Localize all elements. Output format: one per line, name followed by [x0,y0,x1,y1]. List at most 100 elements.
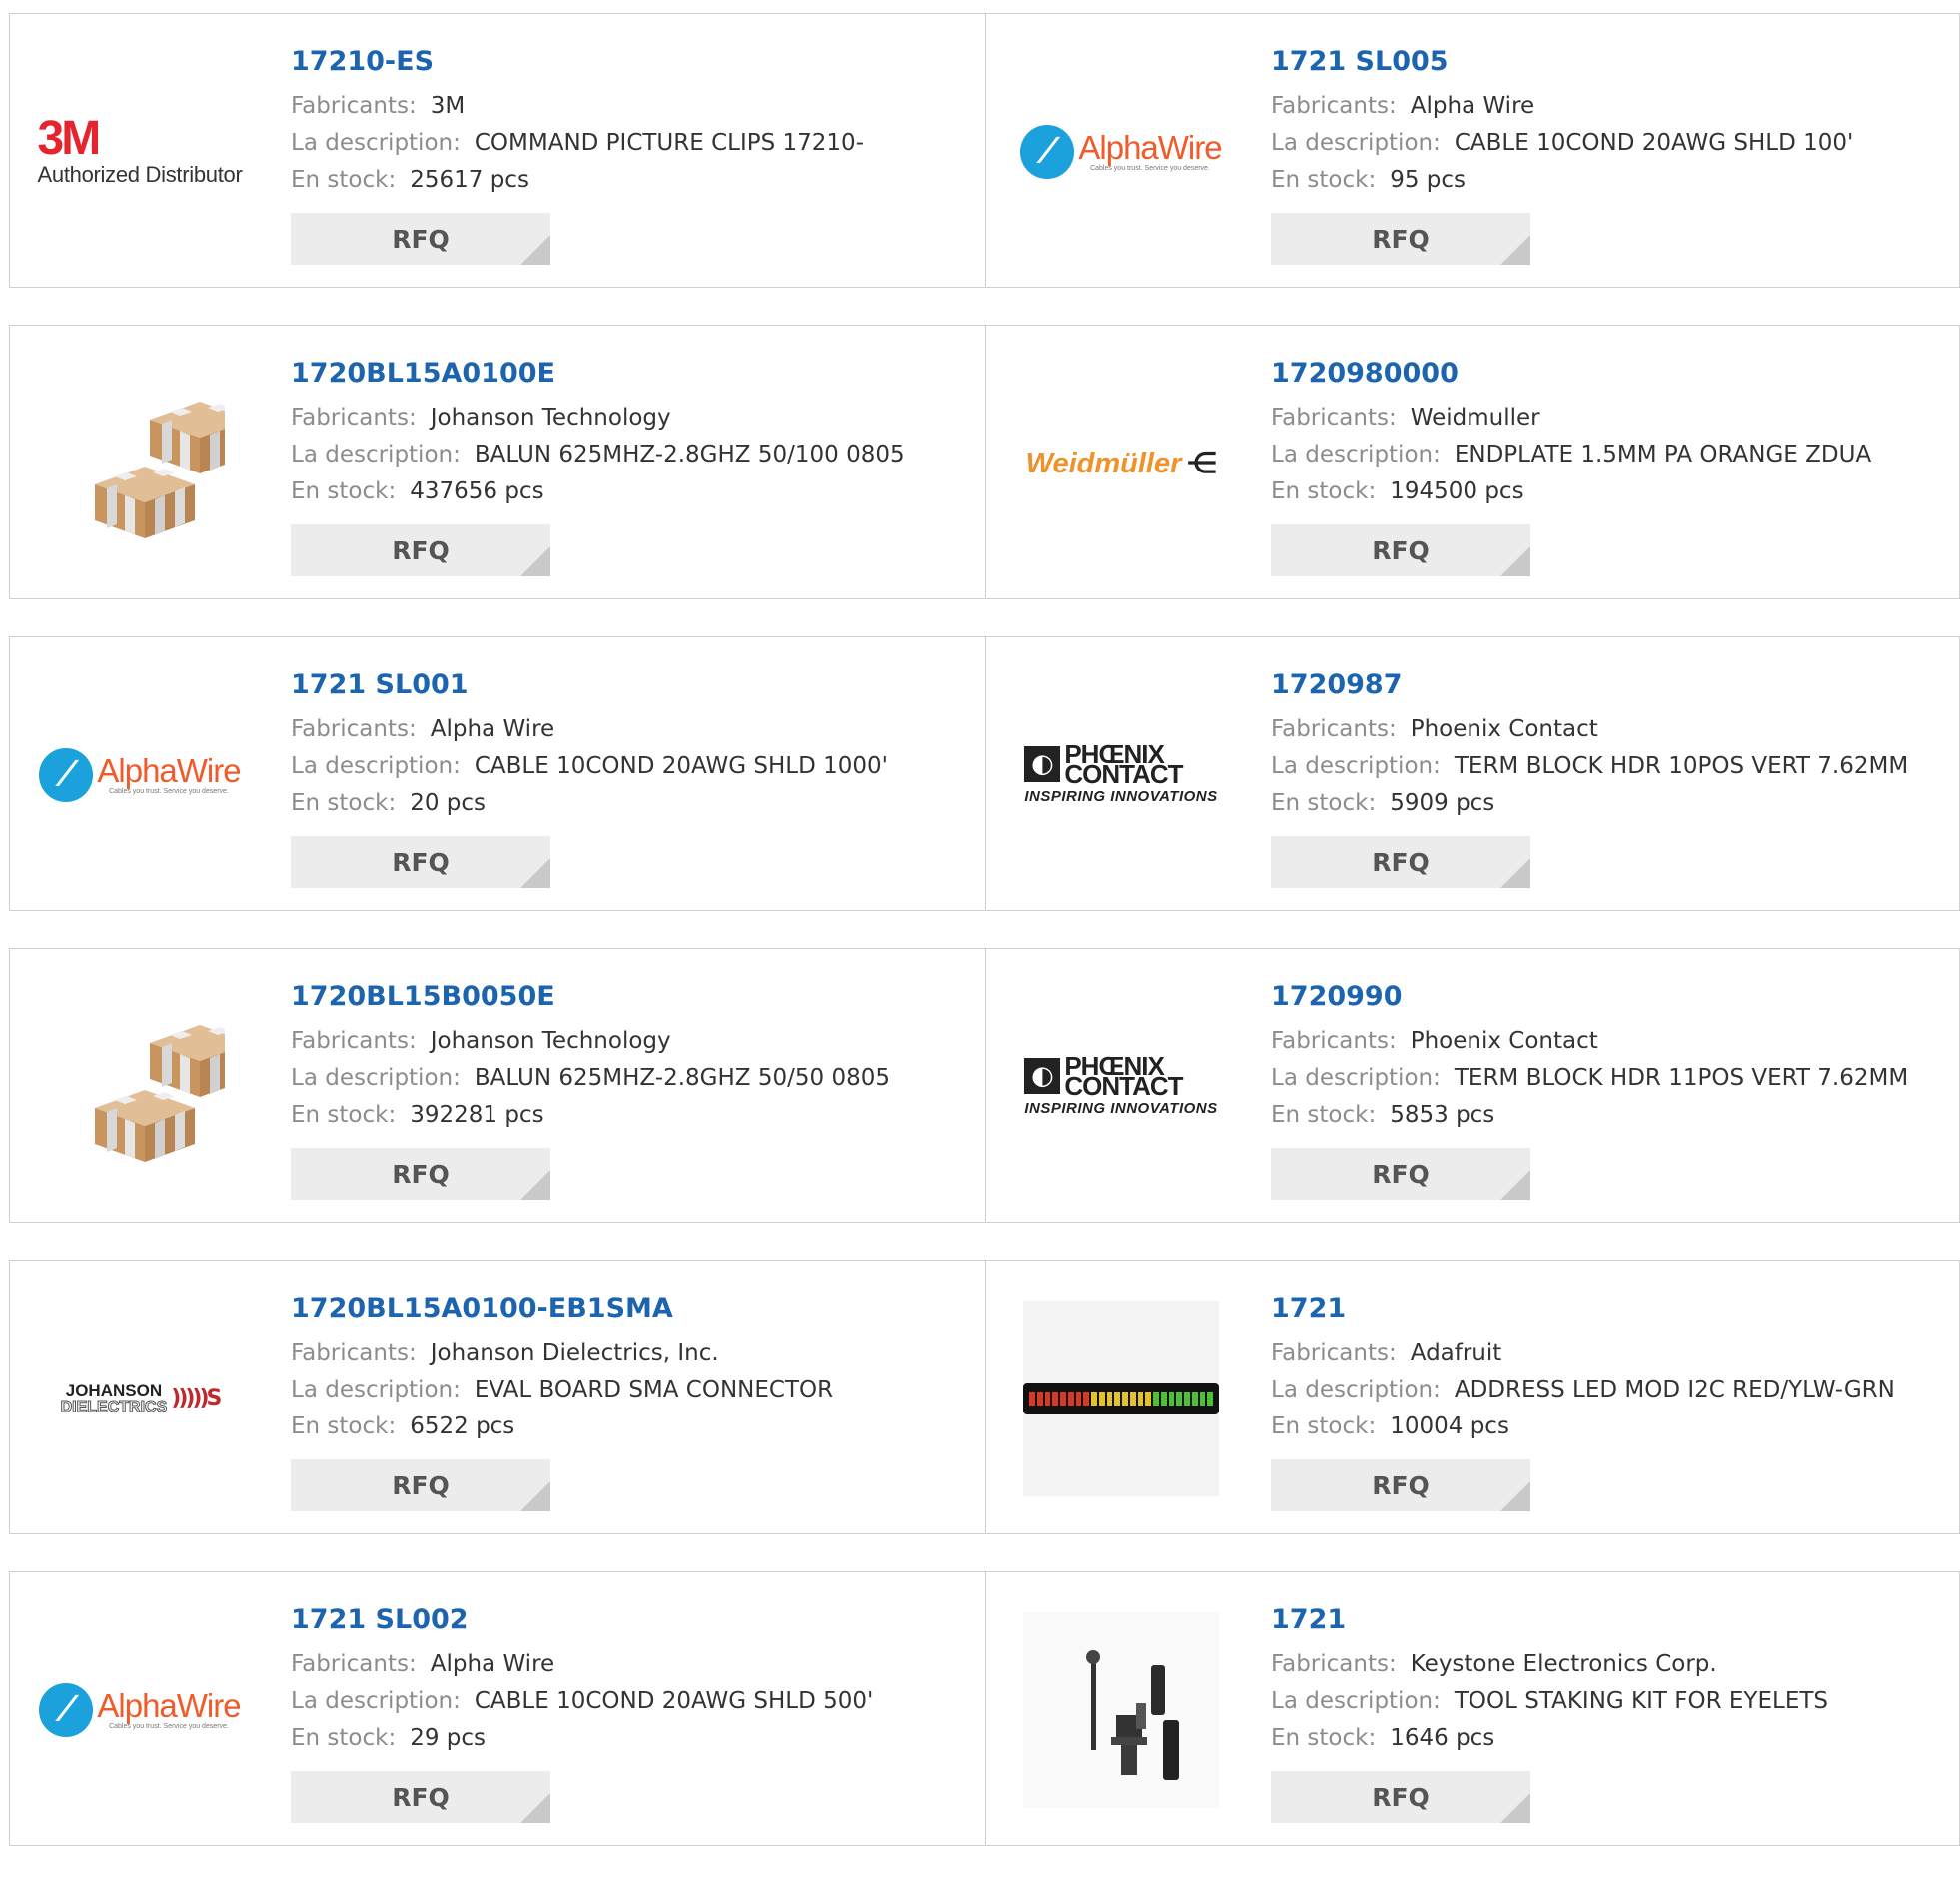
rfq-label: RFQ [1372,1782,1430,1812]
product-row: 1720BL15A0100E Fabricants: Johanson Techno… [9,325,1960,599]
stock-value: 20 pcs [410,790,487,816]
product-image [35,376,250,550]
part-number-link[interactable]: 17210-ES [291,44,975,80]
product-card: ◐ PHŒNIX CONTACT INSPIRING INNOVATIONS 1720… [986,636,1960,911]
stock-value: 95 pcs [1390,167,1467,193]
product-image: ∕ AlphaWire Cables you trust. Service you … [35,687,245,862]
rfq-button[interactable]: RFQ [291,524,550,576]
manufacturer-value: Johanson Dielectrics, Inc. [430,1340,719,1366]
part-number-link[interactable]: 1720BL15B0050E [291,979,975,1015]
description-label: La description: [291,1065,461,1091]
stock-value: 29 pcs [410,1725,487,1751]
product-row: ∕ AlphaWire Cables you trust. Service you … [9,636,1960,911]
rfq-label: RFQ [1372,1159,1430,1189]
part-number-link[interactable]: 1720BL15A0100-EB1SMA [291,1291,975,1327]
corner-decoration [1500,1170,1530,1200]
description-row: La description: CABLE 10COND 20AWG SHLD 5… [291,1683,975,1720]
manufacturer-label: Fabricants: [291,716,417,742]
rfq-label: RFQ [392,1470,450,1500]
product-image: ◐ PHŒNIX CONTACT INSPIRING INNOVATIONS [1016,687,1226,862]
rfq-button[interactable]: RFQ [1271,524,1530,576]
stock-label: En stock: [1271,1413,1377,1439]
manufacturer-value: Alpha Wire [430,1651,555,1677]
product-grid: 3M Authorized Distributor 17210-ES Fabrican… [9,13,1960,1883]
corner-decoration [520,1170,550,1200]
description-row: La description: CABLE 10COND 20AWG SHLD 1… [1271,125,1949,162]
rfq-button[interactable]: RFQ [1271,1148,1530,1200]
stock-value: 392281 pcs [410,1102,544,1128]
manufacturer-row: Fabricants: Adafruit [1271,1335,1949,1372]
description-row: La description: TERM BLOCK HDR 10POS VERT… [1271,748,1949,785]
part-number-link[interactable]: 1720990 [1271,979,1949,1015]
rfq-button[interactable]: RFQ [291,1771,550,1823]
description-value: TOOL STAKING KIT FOR EYELETS [1454,1688,1829,1714]
description-row: La description: BALUN 625MHZ-2.8GHZ 50/50… [291,1060,975,1097]
manufacturer-value: Keystone Electronics Corp. [1410,1651,1717,1677]
product-card: 1720BL15A0100E Fabricants: Johanson Techno… [9,325,986,599]
corner-decoration [1500,235,1530,265]
part-number-link[interactable]: 1720980000 [1271,356,1949,392]
rfq-button[interactable]: RFQ [291,836,550,888]
description-row: La description: COMMAND PICTURE CLIPS 172… [291,125,975,162]
3m-logo: 3M Authorized Distributor [37,111,243,187]
stock-value: 5909 pcs [1390,790,1495,816]
manufacturer-row: Fabricants: Alpha Wire [291,711,975,748]
part-number-link[interactable]: 1721 SL001 [291,667,975,703]
alphawire-logo: ∕ AlphaWire Cables you trust. Service you … [39,747,242,802]
rfq-button[interactable]: RFQ [291,1148,550,1200]
part-number-link[interactable]: 1721 [1271,1602,1949,1638]
product-info: 1720990 Fabricants: Phoenix Contact La desc… [1271,979,1949,1200]
stock-label: En stock: [1271,1102,1377,1128]
description-label: La description: [1271,753,1441,779]
part-number-link[interactable]: 1720BL15A0100E [291,356,975,392]
product-image: ◐ PHŒNIX CONTACT INSPIRING INNOVATIONS [1016,999,1226,1174]
rfq-button[interactable]: RFQ [1271,1771,1530,1823]
manufacturer-label: Fabricants: [1271,93,1397,119]
rfq-button[interactable]: RFQ [1271,1459,1530,1511]
description-label: La description: [291,753,461,779]
staking-kit-image [1023,1611,1219,1808]
stock-label: En stock: [1271,167,1377,193]
product-image [1016,1611,1226,1808]
stock-value: 194500 pcs [1390,478,1524,504]
rfq-button[interactable]: RFQ [1271,836,1530,888]
corner-decoration [1500,546,1530,576]
stock-row: En stock: 25617 pcs [291,162,975,199]
rfq-label: RFQ [1372,535,1430,565]
stock-label: En stock: [291,167,397,193]
corner-decoration [520,546,550,576]
product-row: 1720BL15B0050E Fabricants: Johanson Techno… [9,948,1960,1223]
rfq-button[interactable]: RFQ [1271,213,1530,265]
manufacturer-row: Fabricants: Alpha Wire [291,1646,975,1683]
manufacturer-row: Fabricants: 3M [291,88,975,125]
product-row: 3M Authorized Distributor 17210-ES Fabrican… [9,13,1960,288]
manufacturer-label: Fabricants: [1271,405,1397,431]
description-row: La description: EVAL BOARD SMA CONNECTOR [291,1372,975,1409]
stock-label: En stock: [291,478,397,504]
phoenix-contact-logo: ◐ PHŒNIX CONTACT INSPIRING INNOVATIONS [1024,739,1218,805]
corner-decoration [1500,858,1530,888]
part-number-link[interactable]: 1721 SL002 [291,1602,975,1638]
manufacturer-row: Fabricants: Phoenix Contact [1271,711,1949,748]
part-number-link[interactable]: 1721 SL005 [1271,44,1949,80]
part-number-link[interactable]: 1721 [1271,1291,1949,1327]
rfq-label: RFQ [392,847,450,877]
description-value: CABLE 10COND 20AWG SHLD 1000' [474,753,888,779]
manufacturer-label: Fabricants: [1271,716,1397,742]
product-image: Weidmüller ⋲ [1016,376,1226,550]
corner-decoration [520,858,550,888]
description-row: La description: CABLE 10COND 20AWG SHLD 1… [291,748,975,785]
manufacturer-value: Phoenix Contact [1410,1028,1598,1054]
product-card: JOHANSON DIELECTRICS)))))S 1720BL15A0100-E… [9,1260,986,1534]
stock-label: En stock: [291,1725,397,1751]
description-row: La description: TERM BLOCK HDR 11POS VERT… [1271,1060,1949,1097]
weidmuller-logo: Weidmüller ⋲ [1025,448,1217,479]
rfq-button[interactable]: RFQ [291,213,550,265]
product-card: ∕ AlphaWire Cables you trust. Service you … [986,13,1960,288]
part-number-link[interactable]: 1720987 [1271,667,1949,703]
manufacturer-value: Alpha Wire [1410,93,1535,119]
rfq-button[interactable]: RFQ [291,1459,550,1511]
stock-label: En stock: [291,1413,397,1439]
manufacturer-label: Fabricants: [1271,1651,1397,1677]
description-label: La description: [1271,1377,1441,1403]
